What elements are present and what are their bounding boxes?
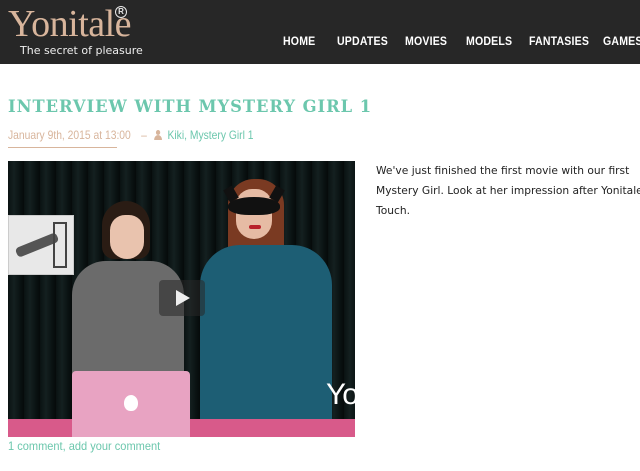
play-button[interactable] [159,280,205,316]
video-player[interactable]: Yoni [8,161,355,437]
post-tags[interactable]: Kiki, Mystery Girl 1 [168,128,254,142]
nav-item-movies[interactable]: MOVIES [405,34,447,48]
post-date: January 9th, 2015 at 13:00 [8,128,131,142]
site-logo[interactable]: Yonitale R The secret of pleasure [6,2,143,60]
nav-item-fantasies[interactable]: FANTASIES [529,34,589,48]
date-underline [8,147,117,148]
play-icon [176,290,190,306]
registered-mark-icon: R [115,6,127,18]
video-figure-right [194,177,344,437]
user-icon [154,130,163,140]
main-nav: HOME UPDATES MOVIES MODELS FANTASIES GAM… [0,34,640,50]
post-comments: 1 comment, add your comment [8,439,160,453]
video-inset-thumbnail [8,215,74,275]
post-body: We've just finished the first movie with… [376,161,640,221]
post-title[interactable]: INTERVIEW WITH MYSTERY GIRL 1 [8,97,372,117]
comment-count-link[interactable]: 1 comment [8,439,63,453]
nav-item-models[interactable]: MODELS [466,34,512,48]
video-watermark: Yoni [326,378,355,411]
apple-logo-icon [124,395,138,411]
nav-item-games[interactable]: GAMES [603,34,640,48]
site-header: Yonitale R The secret of pleasure HOME U… [0,0,640,64]
post-body-line: Mystery Girl. Look at her impression aft… [376,184,640,197]
meta-separator: – [141,128,147,142]
nav-item-updates[interactable]: UPDATES [337,34,388,48]
post-body-line: We've just finished the first movie with… [376,164,630,177]
post-meta: January 9th, 2015 at 13:00– Kiki, Mystery… [8,128,254,142]
post-body-line: Touch. [376,204,411,217]
video-laptop [72,371,190,437]
add-comment-link[interactable]: add your comment [69,439,160,453]
nav-item-home[interactable]: HOME [283,34,315,48]
